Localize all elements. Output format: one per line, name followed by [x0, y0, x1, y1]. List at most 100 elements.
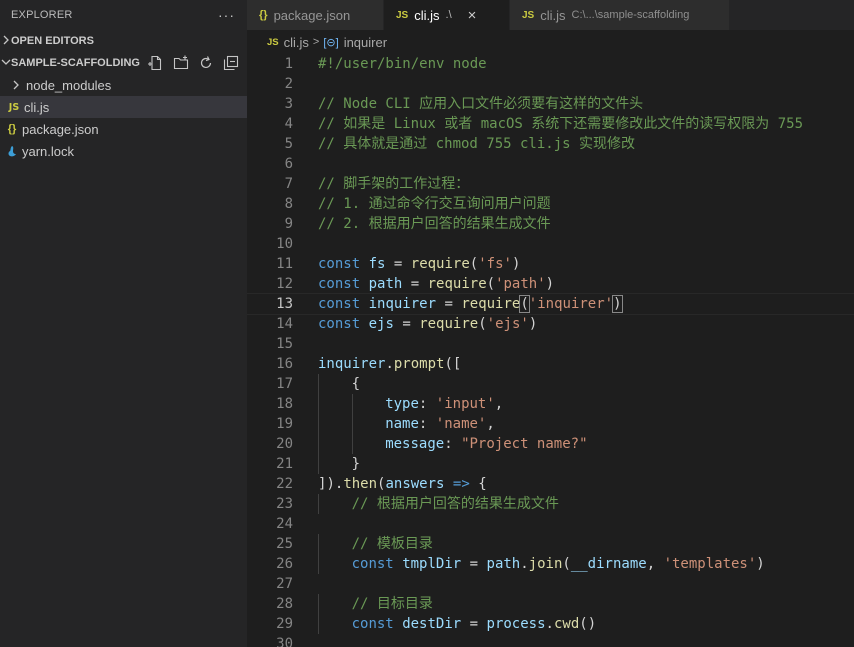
indent-guide: [318, 374, 319, 394]
code-line[interactable]: 1 #!/user/bin/env node: [247, 54, 854, 74]
line-number: 29: [276, 616, 293, 632]
indent-guide: [351, 394, 353, 414]
code-text: // 脚手架的工作过程：: [318, 176, 470, 192]
indent-guide: [318, 594, 319, 614]
indent-guide: [318, 554, 319, 574]
code-line[interactable]: 23 // 根据用户回答的结果生成文件: [247, 494, 854, 514]
code-text: // Node CLI 应用入口文件必须要有这样的文件头: [318, 96, 644, 112]
folder-label: SAMPLE-SCAFFOLDING: [11, 57, 140, 69]
tab-package-json[interactable]: {} package.json: [247, 0, 384, 30]
code-line[interactable]: 27: [247, 574, 854, 594]
code-line[interactable]: 17 {: [247, 374, 854, 394]
line-number: 18: [276, 396, 293, 412]
code-line[interactable]: 19 name: 'name',: [247, 414, 854, 434]
code-line[interactable]: 11 const fs = require('fs'): [247, 254, 854, 274]
code-text: const tmplDir = path.join(__dirname, 'te…: [351, 556, 765, 572]
indent-guide: [318, 414, 319, 434]
code-line[interactable]: 18 type: 'input',: [247, 394, 854, 414]
tree-item-yarn-lock[interactable]: yarn.lock: [0, 140, 247, 162]
line-number: 1: [284, 56, 293, 72]
code-line[interactable]: 16 inquirer.prompt([: [247, 354, 854, 374]
line-number: 20: [276, 436, 293, 452]
tree-item-label: cli.js: [24, 99, 50, 115]
code-line[interactable]: 8 // 1. 通过命令行交互询问用户问题: [247, 194, 854, 214]
open-editors-section[interactable]: OPEN EDITORS: [0, 30, 247, 52]
chevron-down-icon: [0, 58, 11, 69]
code-line[interactable]: 15: [247, 334, 854, 354]
code-line[interactable]: 9 // 2. 根据用户回答的结果生成文件: [247, 214, 854, 234]
indent-guide: [318, 454, 319, 474]
line-number: 2: [284, 76, 293, 92]
code-text: }: [351, 456, 361, 472]
tree-item-cli-js[interactable]: JS cli.js: [0, 96, 247, 118]
line-number: 13: [276, 296, 293, 312]
breadcrumb: JS cli.js > [⊝] inquirer: [247, 30, 854, 54]
code-line[interactable]: 26 const tmplDir = path.join(__dirname, '…: [247, 554, 854, 574]
code-text: inquirer.prompt([: [318, 356, 462, 372]
close-icon[interactable]: ×: [468, 7, 477, 24]
json-file-icon: {}: [259, 9, 268, 21]
json-file-icon: {}: [7, 123, 17, 135]
code-text: const destDir = process.cwd(): [351, 616, 597, 632]
tab-description: C:\...\sample-scaffolding: [571, 9, 690, 21]
code-line[interactable]: 7 // 脚手架的工作过程：: [247, 174, 854, 194]
line-number: 22: [276, 476, 293, 492]
code-text: // 2. 根据用户回答的结果生成文件: [318, 216, 551, 232]
code-line[interactable]: 13 const inquirer = require('inquirer'): [247, 293, 854, 315]
code-line[interactable]: 12 const path = require('path'): [247, 274, 854, 294]
line-number: 6: [284, 156, 293, 172]
js-file-icon: JS: [8, 101, 20, 113]
refresh-icon[interactable]: [198, 55, 214, 71]
breadcrumb-file[interactable]: cli.js: [284, 35, 309, 50]
code-line[interactable]: 5 // 具体就是通过 chmod 755 cli.js 实现修改: [247, 134, 854, 154]
line-number: 7: [284, 176, 293, 192]
yarn-file-icon: [4, 145, 20, 157]
line-number: 4: [284, 116, 293, 132]
code-line[interactable]: 25 // 模板目录: [247, 534, 854, 554]
new-file-icon[interactable]: [148, 55, 164, 71]
tab-label: package.json: [273, 7, 351, 23]
code-line[interactable]: 21}: [247, 454, 854, 474]
breadcrumb-symbol[interactable]: inquirer: [344, 35, 387, 50]
code-text: {: [351, 376, 361, 392]
code-text: const inquirer = require('inquirer'): [318, 295, 623, 313]
collapse-all-icon[interactable]: [223, 55, 239, 71]
code-line[interactable]: 2: [247, 74, 854, 94]
more-actions-button[interactable]: ···: [218, 7, 235, 23]
folder-section[interactable]: SAMPLE-SCAFFOLDING: [0, 52, 247, 74]
code-line[interactable]: 22]).then(answers => {: [247, 474, 854, 494]
line-number: 24: [276, 516, 293, 532]
new-folder-icon[interactable]: [173, 55, 189, 71]
chevron-right-icon: >: [312, 36, 320, 48]
line-number: 16: [276, 356, 293, 372]
tree-item-package-json[interactable]: {} package.json: [0, 118, 247, 140]
indent-guide: [351, 434, 353, 454]
line-number: 28: [276, 596, 293, 612]
code-text: const path = require('path'): [318, 276, 555, 292]
code-line[interactable]: 20 message: "Project name?": [247, 434, 854, 454]
code-line[interactable]: 29 const destDir = process.cwd(): [247, 614, 854, 634]
line-number: 25: [276, 536, 293, 552]
code-editor[interactable]: 1 #!/user/bin/env node 2 3// Node CLI 应用入口文…: [247, 54, 854, 647]
chevron-right-icon: [8, 80, 24, 90]
code-line[interactable]: 14 const ejs = require('ejs'): [247, 314, 854, 334]
tab-label: cli.js: [540, 7, 566, 23]
code-line[interactable]: 10: [247, 234, 854, 254]
line-number: 15: [276, 336, 293, 352]
indent-guide: [318, 434, 319, 454]
line-number: 27: [276, 576, 293, 592]
code-line[interactable]: 6: [247, 154, 854, 174]
code-text: type: 'input',: [385, 396, 504, 412]
indent-guide: [318, 494, 319, 514]
tab-cli-js-active[interactable]: JS cli.js .\ ×: [384, 0, 510, 30]
tab-cli-js-other[interactable]: JS cli.js C:\...\sample-scaffolding: [510, 0, 730, 30]
code-line[interactable]: 28 // 目标目录: [247, 594, 854, 614]
js-file-icon: JS: [396, 9, 409, 21]
code-line[interactable]: 24: [247, 514, 854, 534]
code-text: // 根据用户回答的结果生成文件: [351, 496, 559, 512]
variable-symbol-icon: [⊝]: [323, 36, 339, 49]
code-line[interactable]: 30: [247, 634, 854, 647]
code-line[interactable]: 3 // Node CLI 应用入口文件必须要有这样的文件头: [247, 94, 854, 114]
tree-item-node-modules[interactable]: node_modules: [0, 74, 247, 96]
code-line[interactable]: 4 // 如果是 Linux 或者 macOS 系统下还需要修改此文件的读写权限为…: [247, 114, 854, 134]
